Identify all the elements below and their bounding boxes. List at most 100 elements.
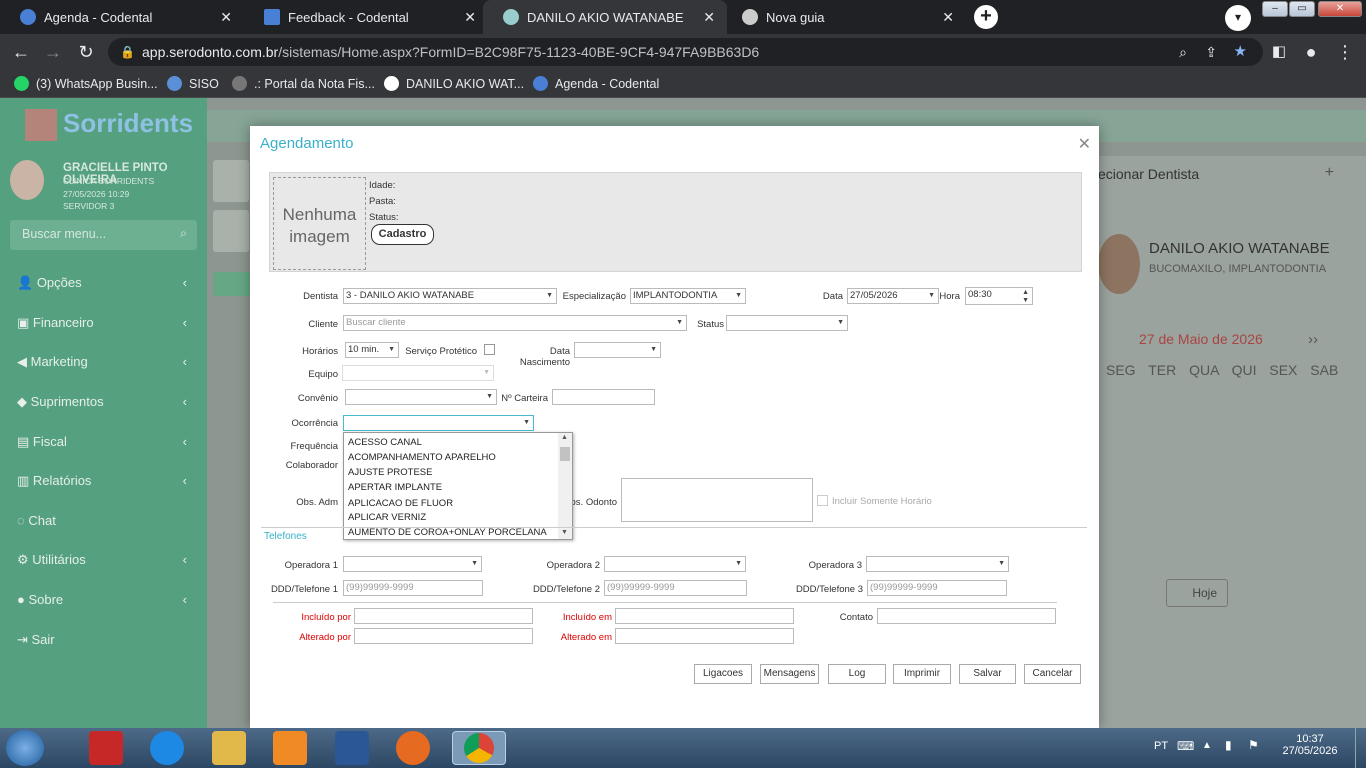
tel3-input[interactable]: (99)99999-9999 (867, 580, 1007, 596)
clock[interactable]: 10:37 27/05/2026 (1280, 733, 1340, 757)
scroll-thumb[interactable] (560, 447, 570, 461)
mensagens-button[interactable]: Mensagens (760, 664, 819, 684)
contato-input[interactable] (877, 608, 1056, 624)
dropdown-scrollbar[interactable]: ▲ ▼ (558, 433, 572, 539)
menu-opcoes[interactable]: 👤 Opções ‹ (17, 275, 197, 291)
horarios-select[interactable]: 10 min. ▼ (345, 342, 399, 358)
bookmark-whatsapp[interactable]: (3) WhatsApp Busin... (14, 76, 158, 91)
close-modal-icon[interactable]: ✕ (1078, 134, 1091, 154)
incluido-em-input[interactable] (615, 608, 794, 624)
start-button-icon[interactable] (6, 730, 44, 766)
dropdown-option[interactable]: AUMENTO DE COROA+ONLAY PORCELANA (348, 527, 547, 538)
close-tab-icon[interactable]: ✕ (942, 9, 954, 26)
hora-stepper[interactable]: 08:30 ▲ ▼ (965, 287, 1033, 305)
bookmark-siso[interactable]: SISO (167, 76, 219, 91)
dropdown-option[interactable]: ACOMPANHAMENTO APARELHO (348, 452, 496, 463)
dropdown-option[interactable]: APLICAR VERNIZ (348, 512, 426, 523)
bookmark-agenda[interactable]: Agenda - Codental (533, 76, 659, 91)
dropdown-option[interactable]: APLICACAO DE FLUOR (348, 498, 453, 509)
show-desktop-button[interactable] (1355, 728, 1366, 768)
tel2-input[interactable]: (99)99999-9999 (604, 580, 747, 596)
incluido-por-input[interactable] (354, 608, 533, 624)
especializacao-select[interactable]: IMPLANTODONTIA ▼ (630, 288, 746, 304)
data-nascimento-select[interactable]: ▼ (574, 342, 661, 358)
zoom-icon[interactable]: ⌕ (1179, 38, 1187, 66)
internet-explorer-icon[interactable] (150, 731, 184, 765)
new-tab-button[interactable]: + (974, 5, 998, 29)
operadora1-select[interactable]: ▼ (343, 556, 482, 572)
word-icon[interactable] (335, 731, 369, 765)
network-icon[interactable]: ▮ (1225, 738, 1232, 752)
incluir-horario-checkbox[interactable] (817, 495, 828, 506)
visao-shortcut[interactable] (213, 210, 249, 252)
menu-relatorios[interactable]: ▥ Relatórios ‹ (17, 473, 197, 489)
log-button[interactable]: Log (828, 664, 886, 684)
operadora2-select[interactable]: ▼ (604, 556, 746, 572)
carteira-input[interactable] (552, 389, 655, 405)
tab-feedback[interactable]: Feedback - Codental ✕ (244, 0, 488, 34)
alterado-por-input[interactable] (354, 628, 533, 644)
close-window-button[interactable]: ✕ (1318, 1, 1362, 17)
menu-suprimentos[interactable]: ◆ Suprimentos ‹ (17, 394, 197, 410)
tab-danilo[interactable]: DANILO AKIO WATANABE ✕ (483, 0, 727, 34)
scroll-down-icon[interactable]: ▼ (561, 529, 568, 536)
menu-sair[interactable]: ⇥ Sair (17, 632, 197, 648)
menu-search-input[interactable]: Buscar menu... ⌕ (10, 220, 197, 250)
bookmark-portal-nota[interactable]: .: Portal da Nota Fis... (232, 76, 375, 91)
close-tab-icon[interactable]: ✕ (220, 9, 232, 26)
url-field[interactable]: 🔒 app.serodonto.com.br/sistemas/Home.asp… (108, 38, 1263, 66)
language-indicator[interactable]: PT (1154, 740, 1168, 752)
minimize-button[interactable]: – (1262, 1, 1288, 17)
dropdown-option[interactable]: APERTAR IMPLANTE (348, 482, 442, 493)
operadora3-select[interactable]: ▼ (866, 556, 1009, 572)
alterado-em-input[interactable] (615, 628, 794, 644)
menu-kebab-icon[interactable]: ⋮ (1334, 42, 1356, 63)
salvar-button[interactable]: Salvar (959, 664, 1016, 684)
maximize-button[interactable]: ▭ (1289, 1, 1315, 17)
menu-chat[interactable]: ◌ Chat (17, 513, 197, 528)
plus-icon[interactable]: + (1325, 164, 1334, 182)
media-player-icon[interactable] (273, 731, 307, 765)
back-icon[interactable]: ← (10, 42, 32, 63)
file-explorer-icon[interactable] (212, 731, 246, 765)
bookmark-danilo[interactable]: DANILO AKIO WAT... (384, 76, 524, 91)
menu-fiscal[interactable]: ▤ Fiscal ‹ (17, 434, 197, 450)
show-hidden-icons[interactable]: ▲ (1202, 740, 1212, 751)
profile-icon[interactable]: ● (1300, 42, 1322, 63)
reload-icon[interactable]: ↻ (75, 42, 97, 63)
spinner-icon[interactable]: ▲ ▼ (1022, 289, 1029, 305)
dentista-select[interactable]: 3 - DANILO AKIO WATANABE ▼ (343, 288, 557, 304)
servico-protetico-checkbox[interactable] (484, 344, 495, 355)
firefox-icon[interactable] (396, 731, 430, 765)
scroll-up-icon[interactable]: ▲ (561, 434, 568, 441)
equipo-select[interactable]: ▼ (342, 365, 494, 381)
today-button[interactable]: Hoje (1166, 579, 1228, 607)
status-select[interactable]: ▼ (726, 315, 848, 331)
close-tab-icon[interactable]: ✕ (464, 9, 476, 26)
pdf-reader-icon[interactable] (89, 731, 123, 765)
menu-financeiro[interactable]: ▣ Financeiro ‹ (17, 315, 197, 331)
menu-utilitarios[interactable]: ⚙ Utilitários ‹ (17, 552, 197, 568)
agenda-shortcut[interactable] (213, 160, 249, 202)
dropdown-option[interactable]: AJUSTE PROTESE (348, 467, 432, 478)
forward-icon[interactable]: → (42, 42, 64, 63)
sidepanel-icon[interactable]: ◧ (1268, 42, 1290, 60)
menu-sobre[interactable]: ● Sobre ‹ (17, 592, 197, 607)
cancelar-button[interactable]: Cancelar (1024, 664, 1081, 684)
dropdown-option[interactable]: ACESSO CANAL (348, 437, 422, 448)
tab-nova-guia[interactable]: Nova guia ✕ (722, 0, 966, 34)
bookmark-star-icon[interactable]: ★ (1234, 38, 1247, 66)
tel1-input[interactable]: (99)99999-9999 (343, 580, 483, 596)
convenio-select[interactable]: ▼ (345, 389, 497, 405)
imprimir-button[interactable]: Imprimir (893, 664, 951, 684)
tab-search-icon[interactable]: ▾ (1225, 5, 1251, 31)
share-icon[interactable]: ⇪ (1205, 38, 1217, 66)
next-month-icon[interactable]: ›› (1308, 331, 1318, 348)
tab-agenda[interactable]: Agenda - Codental ✕ (0, 0, 244, 34)
ligacoes-button[interactable]: Ligacoes (694, 664, 752, 684)
action-center-flag-icon[interactable]: ⚑ (1248, 738, 1259, 752)
ocorrencia-select[interactable]: ▼ (343, 415, 534, 431)
cliente-search-input[interactable]: Buscar cliente ▼ (343, 315, 687, 331)
chrome-taskbar-icon[interactable] (452, 731, 506, 765)
keyboard-icon[interactable]: ⌨ (1177, 739, 1194, 753)
